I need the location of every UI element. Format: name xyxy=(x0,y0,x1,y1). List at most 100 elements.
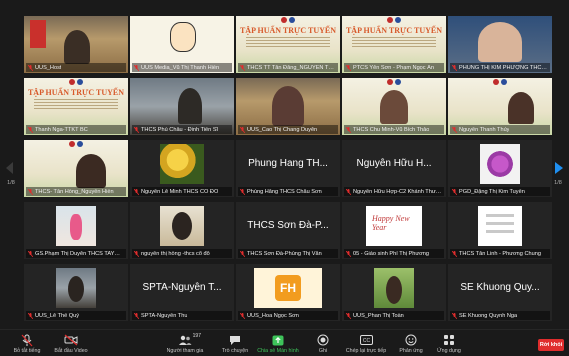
participant-tile[interactable]: Nguyễn Lê Minh THCS CỔ ĐÔ xyxy=(130,140,234,197)
mic-muted-icon xyxy=(346,188,351,195)
orchid-image xyxy=(480,144,520,184)
start-video-button[interactable]: Bắt đầu Video xyxy=(50,333,92,354)
participants-button[interactable]: 197 Người tham gia xyxy=(164,333,206,354)
participant-name-display: Nguyễn Hữu H... xyxy=(356,158,432,169)
participant-label: Phùng Hằng THCS Châu Sơn xyxy=(238,187,338,196)
prev-page-button[interactable]: 1/8 xyxy=(2,142,20,192)
profile-image xyxy=(56,268,96,308)
mic-muted-icon xyxy=(346,312,351,319)
mic-muted-icon xyxy=(28,64,33,71)
participant-label: UUS_Lê Thế Quý xyxy=(26,311,126,320)
mic-muted-icon xyxy=(452,250,457,257)
logo-icon xyxy=(384,17,404,24)
person-image xyxy=(508,92,534,124)
participant-label: UUS_Hoa Ngọc Sơn xyxy=(238,311,338,320)
participant-tile[interactable]: THCS Tân Linh - Phương Chung xyxy=(448,202,552,259)
person-image xyxy=(64,30,90,64)
profile-image xyxy=(478,206,522,246)
participant-tile[interactable]: UUS_Host xyxy=(24,16,128,73)
person-image xyxy=(478,22,522,62)
participant-tile[interactable]: THCS Chu Minh-Vũ Bích Thảo xyxy=(342,78,446,135)
mic-muted-icon xyxy=(452,126,457,133)
participant-tile[interactable]: TẬP HUẤN TRỰC TUYẾN PTCS Yên Sơn - Phạm … xyxy=(342,16,446,73)
participant-label: UUS_Cao Thị Chang Duyên xyxy=(238,125,338,134)
unmute-button[interactable]: Bỏ tắt tiếng xyxy=(6,333,48,354)
participant-tile[interactable]: FH UUS_Hoa Ngọc Sơn xyxy=(236,264,340,321)
participant-tile[interactable]: UUS_Cao Thị Chang Duyên xyxy=(236,78,340,135)
person-image xyxy=(178,88,202,124)
chevron-right-icon xyxy=(555,162,563,174)
participant-tile[interactable]: THCS- Tân Hồng_Nguyễn Hiền xyxy=(24,140,128,197)
participant-tile[interactable]: SPTA-Nguyễn T... SPTA-Nguyễn Thu xyxy=(130,264,234,321)
apps-button[interactable]: Ứng dụng xyxy=(428,333,470,354)
mic-muted-icon xyxy=(28,250,33,257)
participant-label: SPTA-Nguyễn Thu xyxy=(132,311,232,320)
participant-tile[interactable]: Happy New Year 05 - Giáo sinh Phí Thị Ph… xyxy=(342,202,446,259)
participant-tile[interactable]: THCS Sơn Đà-P... THCS Sơn Đà-Phùng Thị V… xyxy=(236,202,340,259)
participant-tile[interactable]: GS.Phạm Thị Duyên THCS TAYDA... xyxy=(24,202,128,259)
mic-muted-icon xyxy=(28,188,33,195)
logo-icon xyxy=(384,79,404,86)
participant-label: THCS- Tân Hồng_Nguyễn Hiền xyxy=(26,187,126,196)
zoom-meeting-window: 1/8 UUS_Host UUS Media_Vũ Thị Thanh Hiền… xyxy=(0,0,569,356)
reactions-button[interactable]: Phản ứng xyxy=(390,333,432,354)
mic-muted-icon xyxy=(346,64,351,71)
participant-label: Nguyễn Thanh Thủy xyxy=(450,125,550,134)
banner-subtitle xyxy=(352,37,436,47)
captions-label: Chép lại trực tiếp xyxy=(345,348,387,354)
participant-label: GS.Phạm Thị Duyên THCS TAYDA... xyxy=(26,249,126,258)
apps-label: Ứng dụng xyxy=(437,348,461,354)
participant-name-display: THCS Sơn Đà-P... xyxy=(247,220,329,231)
svg-text:CC: CC xyxy=(362,338,370,344)
chat-icon xyxy=(229,333,241,347)
participant-label: THCS TT Tân Đăng_NGUYỄN THỊ P... xyxy=(238,63,338,72)
participant-name-display: Phung Hang TH... xyxy=(248,158,328,169)
participant-tile[interactable]: Phung Hang TH... Phùng Hằng THCS Châu Sơ… xyxy=(236,140,340,197)
flower-image xyxy=(160,144,204,184)
participant-label: UUS_Host xyxy=(26,63,126,72)
video-off-icon xyxy=(64,333,78,347)
participant-tile[interactable]: THCS Phú Châu - Đinh Tiến Sĩ xyxy=(130,78,234,135)
participant-tile[interactable]: UUS_Lê Thế Quý xyxy=(24,264,128,321)
profile-image: FH xyxy=(254,268,322,308)
participant-tile[interactable]: Nguyễn Hữu H... Nguyễn Hữu Hợp-C2 Khánh … xyxy=(342,140,446,197)
participant-tile[interactable]: PHUNG THỊ KIM PHƯỢNG THCS T... xyxy=(448,16,552,73)
chat-button[interactable]: Trò chuyện xyxy=(214,333,256,354)
person-image xyxy=(380,90,408,124)
mic-muted-icon xyxy=(452,312,457,319)
banner-subtitle xyxy=(246,37,330,47)
participant-tile[interactable]: TẬP HUẤN TRỰC TUYẾN THCS TT Tân Đăng_NGU… xyxy=(236,16,340,73)
participant-label: UUS_Phan Thị Toàn xyxy=(344,311,444,320)
captions-button[interactable]: CC Chép lại trực tiếp xyxy=(345,333,387,354)
mic-muted-icon xyxy=(134,250,139,257)
unmute-label: Bỏ tắt tiếng xyxy=(13,348,41,354)
participant-tile[interactable]: UUS_Phan Thị Toàn xyxy=(342,264,446,321)
participant-tile[interactable]: Nguyễn Thanh Thủy xyxy=(448,78,552,135)
apps-icon xyxy=(443,333,455,347)
leave-button[interactable]: Rời khỏi xyxy=(538,339,564,351)
banner-subtitle xyxy=(34,99,118,109)
mic-muted-icon xyxy=(134,64,139,71)
record-label: Ghi xyxy=(318,348,328,354)
banner-title: TẬP HUẤN TRỰC TUYẾN xyxy=(345,26,443,35)
participant-tile[interactable]: SE Khuong Quy... SE Khuong Quynh Nga xyxy=(448,264,552,321)
fh-logo: FH xyxy=(275,275,301,301)
mic-muted-icon xyxy=(28,312,33,319)
record-icon xyxy=(317,333,329,347)
mic-muted-icon xyxy=(240,312,245,319)
participant-tile[interactable]: nguyễn thị hồng -thcs cổ đô xyxy=(130,202,234,259)
newyear-text: Happy New Year xyxy=(372,214,410,232)
reactions-icon xyxy=(405,333,417,347)
mic-muted-icon xyxy=(134,188,139,195)
logo-icon xyxy=(278,17,298,24)
mic-muted-icon xyxy=(21,333,33,347)
next-page-button[interactable]: 1/8 xyxy=(549,142,567,192)
participant-label: THCS Chu Minh-Vũ Bích Thảo xyxy=(344,125,444,134)
share-screen-button[interactable]: Chia sẻ Màn hình xyxy=(257,333,299,354)
participant-tile[interactable]: TẬP HUẤN TRỰC TUYẾN Thanh Nga-TTKT BC xyxy=(24,78,128,135)
participant-tile[interactable]: PGD_Đặng Thị Kim Tuyến xyxy=(448,140,552,197)
page-indicator-left: 1/8 xyxy=(7,180,15,186)
logo-icon xyxy=(66,79,86,86)
participant-tile[interactable]: UUS Media_Vũ Thị Thanh Hiền xyxy=(130,16,234,73)
record-button[interactable]: Ghi xyxy=(302,333,344,354)
